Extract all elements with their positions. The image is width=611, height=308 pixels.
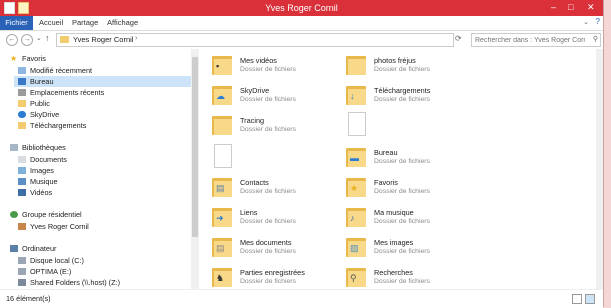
address-row: ← → ⌄ ↑ Yves Roger Cornil › ⟳ ⚲ xyxy=(0,31,603,48)
nav-item-recent-places[interactable]: Emplacements récents xyxy=(18,87,104,98)
pictures-folder-icon: ▨ xyxy=(346,236,366,257)
view-switcher xyxy=(572,294,595,304)
favorites-folder-icon: ★ xyxy=(346,176,366,197)
tab-partage[interactable]: Partage xyxy=(72,16,98,30)
folder-icon xyxy=(346,54,366,75)
nav-item-images[interactable]: Images xyxy=(18,165,54,176)
expand-ribbon-icon[interactable]: ⌄ xyxy=(583,18,589,26)
tab-accueil[interactable]: Accueil xyxy=(39,16,63,30)
network-drive-icon xyxy=(18,279,26,286)
breadcrumb[interactable]: Yves Roger Cornil xyxy=(73,35,133,44)
desktop-icon xyxy=(18,78,26,85)
documents-icon xyxy=(18,156,26,163)
nav-item-drive-z[interactable]: Shared Folders (\\.host) (Z:) xyxy=(18,277,120,288)
title-bar: Yves Roger Cornil – □ ✕ xyxy=(0,0,603,16)
nav-item-user[interactable]: Yves Roger Cornil xyxy=(18,221,89,232)
nav-homegroup-header[interactable]: Groupe résidentiel xyxy=(10,209,82,220)
nav-computer-header[interactable]: Ordinateur xyxy=(10,243,56,254)
content-scrollbar[interactable] xyxy=(596,49,603,289)
nav-libraries-header[interactable]: Bibliothèques xyxy=(10,142,66,153)
recent-icon xyxy=(18,67,26,74)
back-button[interactable]: ← xyxy=(6,34,18,46)
address-bar[interactable]: Yves Roger Cornil › xyxy=(56,33,454,47)
navigation-scrollbar[interactable] xyxy=(191,49,199,289)
nav-item-skydrive[interactable]: SkyDrive xyxy=(18,109,59,120)
tab-affichage[interactable]: Affichage xyxy=(107,16,138,30)
skydrive-folder-icon: ☁ xyxy=(212,84,232,105)
nav-item-public[interactable]: Public xyxy=(18,98,50,109)
nav-favorites-header[interactable]: ★ Favoris xyxy=(10,53,46,64)
nav-item-documents[interactable]: Documents xyxy=(18,154,67,165)
search-input[interactable] xyxy=(473,35,587,45)
search-icon[interactable]: ⚲ xyxy=(593,35,598,43)
navigation-pane: ★ Favoris Modifié récemment Bureau Empla… xyxy=(0,49,194,289)
file-icon xyxy=(214,144,232,168)
drive-icon xyxy=(18,257,26,264)
forward-button[interactable]: → xyxy=(21,34,33,46)
recent-places-icon xyxy=(18,89,26,96)
list-item[interactable] xyxy=(334,109,519,145)
nav-item-videos[interactable]: Vidéos xyxy=(18,187,52,198)
search-box[interactable]: ⚲ xyxy=(471,33,601,47)
computer-icon xyxy=(10,245,18,252)
file-list: ▪ Mes vidéos Dossier de fichiers photos … xyxy=(200,49,603,289)
nav-item-drive-e[interactable]: OPTIMA (E:) xyxy=(18,266,71,277)
nav-item-drive-c[interactable]: Disque local (C:) xyxy=(18,255,84,266)
music-icon xyxy=(18,178,26,185)
folder-icon xyxy=(60,36,69,43)
large-icons-view-icon[interactable] xyxy=(585,294,595,304)
nav-item-bureau[interactable]: Bureau xyxy=(14,76,194,87)
cloud-icon xyxy=(18,111,26,118)
folder-icon xyxy=(212,114,232,135)
status-bar: 16 élément(s) xyxy=(0,289,603,308)
star-icon: ★ xyxy=(10,53,18,63)
breadcrumb-separator[interactable]: › xyxy=(135,35,137,42)
help-icon[interactable]: ? xyxy=(596,17,600,26)
maximize-button[interactable]: □ xyxy=(568,2,573,12)
refresh-icon[interactable]: ⟳ xyxy=(455,34,462,43)
video-folder-icon: ▪ xyxy=(212,54,232,75)
music-folder-icon: ♪ xyxy=(346,206,366,227)
images-icon xyxy=(18,167,26,174)
desktop-folder-icon: ▬ xyxy=(346,146,366,167)
explorer-window: Yves Roger Cornil – □ ✕ Fichier Accueil … xyxy=(0,0,604,308)
up-button[interactable]: ↑ xyxy=(45,33,50,43)
details-view-icon[interactable] xyxy=(572,294,582,304)
libraries-icon xyxy=(10,144,18,151)
links-folder-icon: ➜ xyxy=(212,206,232,227)
drive-icon xyxy=(18,268,26,275)
saved-games-folder-icon: ♞ xyxy=(212,266,232,287)
nav-item-recent[interactable]: Modifié récemment xyxy=(18,65,92,76)
close-button[interactable]: ✕ xyxy=(587,2,595,13)
downloads-icon xyxy=(18,122,26,129)
folder-icon xyxy=(18,100,26,107)
file-icon xyxy=(348,112,366,136)
tab-fichier[interactable]: Fichier xyxy=(0,16,33,30)
item-count: 16 élément(s) xyxy=(6,294,51,303)
window-title: Yves Roger Cornil xyxy=(265,3,338,13)
videos-icon xyxy=(18,189,26,196)
recent-locations-icon[interactable]: ⌄ xyxy=(36,34,42,42)
contacts-folder-icon: ▤ xyxy=(212,176,232,197)
documents-folder-icon: ▤ xyxy=(212,236,232,257)
searches-folder-icon: ⚲ xyxy=(346,266,366,287)
nav-item-music[interactable]: Musique xyxy=(18,176,58,187)
scrollbar-thumb[interactable] xyxy=(192,57,198,237)
homegroup-icon xyxy=(10,211,18,218)
minimize-button[interactable]: – xyxy=(551,2,556,12)
downloads-folder-icon: ↓ xyxy=(346,84,366,105)
nav-item-downloads[interactable]: Téléchargements xyxy=(18,120,86,131)
user-icon xyxy=(18,223,26,230)
ribbon-tabs: Fichier Accueil Partage Affichage ⌄ ? xyxy=(0,16,603,31)
